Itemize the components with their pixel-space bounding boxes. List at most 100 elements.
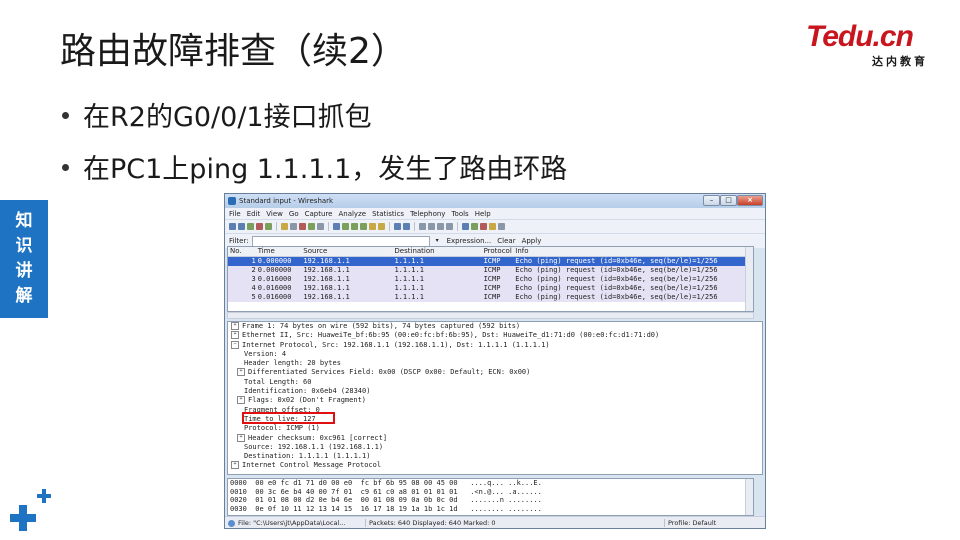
menu-tools[interactable]: Tools xyxy=(451,210,468,218)
preferences-icon[interactable] xyxy=(489,223,496,230)
column-header[interactable]: Protocol xyxy=(484,247,516,256)
zoom-in-icon[interactable] xyxy=(419,223,426,230)
hex-line[interactable]: 0010 00 3c 6e b4 40 00 7f 01 c9 61 c0 a8… xyxy=(228,488,753,497)
plus-small-decoration-icon xyxy=(37,489,51,503)
display-filters-icon[interactable] xyxy=(471,223,478,230)
detail-field[interactable]: Destination: 1.1.1.1 (1.1.1.1) xyxy=(228,452,762,461)
apply-link[interactable]: Apply xyxy=(522,237,542,245)
close-file-icon[interactable] xyxy=(299,223,306,230)
detail-field[interactable]: Protocol: ICMP (1) xyxy=(228,424,762,433)
capture-filters-icon[interactable] xyxy=(462,223,469,230)
reload-icon[interactable] xyxy=(308,223,315,230)
chevron-down-icon[interactable]: ▾ xyxy=(436,237,439,244)
packet-row[interactable]: 4 0.016000 192.168.1.1 1.1.1.1 ICMP Echo (pin… xyxy=(228,284,753,293)
menu-analyze[interactable]: Analyze xyxy=(338,210,366,218)
expand-icon[interactable]: + xyxy=(231,322,239,330)
zoom-out-icon[interactable] xyxy=(428,223,435,230)
help-icon[interactable] xyxy=(498,223,505,230)
detail-ethernet[interactable]: + Ethernet II, Src: HuaweiTe_bf:6b:95 (00… xyxy=(228,331,762,340)
status-packets: Packets: 640 Displayed: 640 Marked: 0 xyxy=(365,519,664,527)
tedu-logo: Tedu.cn 达内教育 xyxy=(806,22,936,69)
last-packet-icon[interactable] xyxy=(378,223,385,230)
open-file-icon[interactable] xyxy=(281,223,288,230)
packet-list-header: No. Time Source Destination Protocol Inf… xyxy=(228,247,753,257)
column-header[interactable]: No. xyxy=(228,247,258,256)
detail-ip[interactable]: − Internet Protocol, Src: 192.168.1.1 (19… xyxy=(228,340,762,350)
menu-help[interactable]: Help xyxy=(475,210,491,218)
detail-flags[interactable]: + Flags: 0x02 (Don't Fragment) xyxy=(228,396,762,405)
status-profile[interactable]: Profile: Default xyxy=(664,519,716,527)
menu-statistics[interactable]: Statistics xyxy=(372,210,404,218)
go-to-packet-icon[interactable] xyxy=(360,223,367,230)
maximize-button[interactable]: □ xyxy=(720,195,737,206)
expand-icon[interactable]: + xyxy=(231,331,239,340)
clear-link[interactable]: Clear xyxy=(497,237,515,245)
hex-line[interactable]: 0030 0e 0f 10 11 12 13 14 15 16 17 18 19… xyxy=(228,505,753,514)
start-capture-icon[interactable] xyxy=(247,223,254,230)
column-header[interactable]: Source xyxy=(303,247,394,256)
menu-view[interactable]: View xyxy=(266,210,283,218)
packet-no: 1 xyxy=(251,257,256,265)
find-icon[interactable] xyxy=(333,223,340,230)
menu-edit[interactable]: Edit xyxy=(247,210,261,218)
detail-field[interactable]: Header length: 20 bytes xyxy=(228,359,762,368)
expert-info-icon[interactable] xyxy=(228,519,235,527)
expand-icon[interactable]: + xyxy=(231,461,239,470)
options-icon[interactable] xyxy=(238,223,245,230)
hex-line[interactable]: 0000 00 e0 fc d1 71 d0 00 e0 fc bf 6b 95… xyxy=(228,479,753,488)
packet-destination: 1.1.1.1 xyxy=(394,257,424,265)
detail-frame[interactable]: + Frame 1: 74 bytes on wire (592 bits), 7… xyxy=(228,322,762,331)
packet-row[interactable]: 2 0.000000 192.168.1.1 1.1.1.1 ICMP Echo (pin… xyxy=(228,266,753,275)
autoscroll-icon[interactable] xyxy=(403,223,410,230)
menu-telephony[interactable]: Telephony xyxy=(410,210,445,218)
expand-icon[interactable]: + xyxy=(237,396,245,405)
packet-row[interactable]: 3 0.016000 192.168.1.1 1.1.1.1 ICMP Echo (pin… xyxy=(228,275,753,284)
detail-field[interactable]: Identification: 0x6eb4 (28340) xyxy=(228,387,762,396)
menu-capture[interactable]: Capture xyxy=(305,210,333,218)
filter-input[interactable]: ▾ xyxy=(251,235,439,247)
detail-checksum[interactable]: + Header checksum: 0xc961 [correct] xyxy=(228,433,762,443)
print-icon[interactable] xyxy=(317,223,324,230)
packet-row[interactable]: 1 0.000000 192.168.1.1 1.1.1.1 ICMP Echo (pin… xyxy=(228,257,753,266)
column-header[interactable]: Destination xyxy=(394,247,483,256)
detail-field[interactable]: Source: 192.168.1.1 (192.168.1.1) xyxy=(228,443,762,452)
column-header[interactable]: Time xyxy=(258,247,304,256)
window-titlebar[interactable]: Standard input - Wireshark – □ × xyxy=(225,194,765,208)
save-file-icon[interactable] xyxy=(290,223,297,230)
main-toolbar xyxy=(225,219,765,233)
zoom-normal-icon[interactable] xyxy=(437,223,444,230)
go-forward-icon[interactable] xyxy=(351,223,358,230)
restart-capture-icon[interactable] xyxy=(265,223,272,230)
close-button[interactable]: × xyxy=(737,195,763,206)
menu-file[interactable]: File xyxy=(229,210,241,218)
hex-line[interactable]: 0020 01 01 08 00 d2 0e b4 6e 00 01 08 09… xyxy=(228,496,753,505)
detail-field[interactable]: Total Length: 60 xyxy=(228,378,762,387)
packet-list-scrollbar[interactable] xyxy=(745,247,753,311)
packet-source: 192.168.1.1 xyxy=(303,266,350,274)
detail-icmp[interactable]: + Internet Control Message Protocol xyxy=(228,461,762,470)
resize-columns-icon[interactable] xyxy=(446,223,453,230)
coloring-rules-icon[interactable] xyxy=(480,223,487,230)
detail-field[interactable]: Version: 4 xyxy=(228,350,762,359)
first-packet-icon[interactable] xyxy=(369,223,376,230)
packet-source: 192.168.1.1 xyxy=(303,293,350,301)
menu-go[interactable]: Go xyxy=(289,210,299,218)
bullet-dot-icon xyxy=(62,112,69,119)
expand-icon[interactable]: + xyxy=(237,433,245,442)
collapse-icon[interactable]: − xyxy=(231,340,239,349)
detail-dsfield[interactable]: + Differentiated Services Field: 0x00 (DS… xyxy=(228,368,762,377)
hex-scrollbar[interactable] xyxy=(745,479,753,515)
slide-title: 路由故障排查（续2） xyxy=(60,31,407,72)
expression-link[interactable]: Expression... xyxy=(447,237,492,245)
colorize-icon[interactable] xyxy=(394,223,401,230)
stop-capture-icon[interactable] xyxy=(256,223,263,230)
minimize-button[interactable]: – xyxy=(703,195,720,206)
interfaces-icon[interactable] xyxy=(229,223,236,230)
packet-list-hscrollbar[interactable] xyxy=(227,312,754,319)
column-header[interactable]: Info xyxy=(515,247,753,256)
packet-row[interactable]: 5 0.016000 192.168.1.1 1.1.1.1 ICMP Echo (pin… xyxy=(228,293,753,302)
packet-protocol: ICMP xyxy=(483,257,501,265)
expand-icon[interactable]: + xyxy=(237,368,245,377)
packet-protocol: ICMP xyxy=(483,284,501,292)
go-back-icon[interactable] xyxy=(342,223,349,230)
